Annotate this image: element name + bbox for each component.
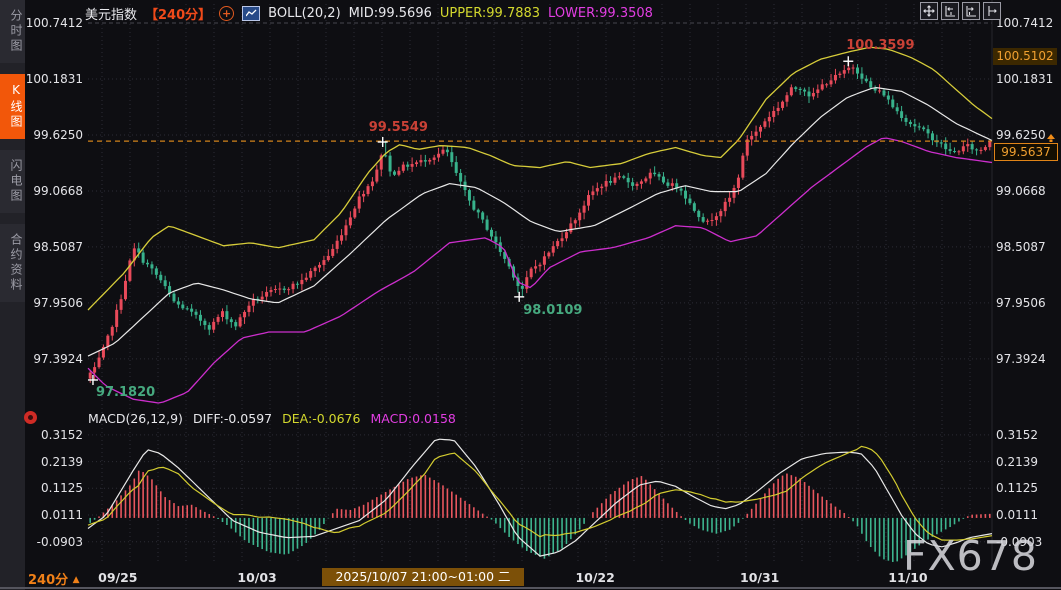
y-axis-tick-label: 97.3924 xyxy=(996,352,1058,366)
boll-mid-value: MID:99.5696 xyxy=(349,6,432,21)
sidebar-item-lightning-chart[interactable]: 闪电图 xyxy=(0,150,25,213)
pan-crosshair-icon[interactable] xyxy=(920,2,938,20)
y-axis-tick-label: 100.1831 xyxy=(25,72,83,86)
boll-label: BOLL(20,2) xyxy=(268,6,341,21)
boll-upper-value: UPPER:99.7883 xyxy=(440,6,540,21)
y-axis-tick-label: 98.5087 xyxy=(996,240,1058,254)
chart-header: 美元指数 【240分】 + BOLL(20,2) MID:99.5696 UPP… xyxy=(85,4,653,22)
y-axis-tick-label: 0.3152 xyxy=(996,428,1058,442)
y-axis-tick-label: 0.1125 xyxy=(996,481,1058,495)
chart-type-icon[interactable] xyxy=(242,6,260,21)
high-price-annotation: 100.3599 xyxy=(846,38,914,53)
y-axis-tick-label: 99.6250 xyxy=(25,128,83,142)
macd-header: MACD(26,12,9) DIFF:-0.0597 DEA:-0.0676 M… xyxy=(88,410,456,426)
indicator-settings-dot-icon[interactable] xyxy=(24,411,37,424)
period-tag[interactable]: 【240分】 xyxy=(145,4,211,23)
trading-chart-app: 分时图 K线图 闪电图 合约资料 美元指数 【240分】 + BOLL(20,2… xyxy=(0,0,1061,590)
x-axis-tick-label: 10/03 xyxy=(237,570,276,585)
go-to-latest-icon[interactable] xyxy=(983,2,1001,20)
y-axis-tick-label: 98.5087 xyxy=(25,240,83,254)
y-axis-tick-label: 0.2139 xyxy=(25,455,83,469)
crosshair-date-readout: 2025/10/07 21:00~01:00 二 xyxy=(322,568,524,586)
add-indicator-icon[interactable]: + xyxy=(219,6,234,21)
y-axis-tick-label: 97.3924 xyxy=(25,352,83,366)
macd-dea-value: DEA:-0.0676 xyxy=(282,411,360,426)
bottom-scroll-track[interactable] xyxy=(0,587,1061,589)
y-axis-tick-label: 99.0668 xyxy=(996,184,1058,198)
x-axis-tick-label: 09/25 xyxy=(98,570,137,585)
x-axis-tick-label: 10/22 xyxy=(575,570,614,585)
low-price-annotation: 98.0109 xyxy=(523,303,582,318)
boll-lower-value: LOWER:99.3508 xyxy=(548,6,653,21)
y-axis-tick-label: -0.0903 xyxy=(25,535,83,549)
y-axis-tick-label: 100.1831 xyxy=(996,72,1058,86)
instrument-title: 美元指数 xyxy=(85,4,137,23)
y-axis-tick-label: 0.0111 xyxy=(996,508,1058,522)
sidebar-item-contract-info[interactable]: 合约资料 xyxy=(0,224,25,302)
chart-toolbar xyxy=(920,2,1001,20)
x-axis-tick-label: 10/31 xyxy=(740,570,779,585)
chart-canvas[interactable] xyxy=(0,0,1061,590)
price-alert-marker-icon xyxy=(1046,128,1056,147)
macd-diff-value: DIFF:-0.0597 xyxy=(193,411,272,426)
sidebar: 分时图 K线图 闪电图 合约资料 xyxy=(0,0,25,590)
period-selector[interactable]: 240分 ▲ xyxy=(28,569,80,588)
y-axis-tick-label: 0.0111 xyxy=(25,508,83,522)
y-axis-tick-label: 0.3152 xyxy=(25,428,83,442)
y-axis-tick-label: 97.9506 xyxy=(25,296,83,310)
macd-macd-value: MACD:0.0158 xyxy=(370,411,455,426)
chevron-up-icon: ▲ xyxy=(73,575,80,585)
y-axis-tick-label: 0.2139 xyxy=(996,455,1058,469)
low-price-annotation: 97.1820 xyxy=(96,385,155,400)
x-axis-tick-label: 11/10 xyxy=(888,570,927,585)
sidebar-item-kline-chart[interactable]: K线图 xyxy=(0,74,25,139)
y-axis-tick-label: 97.9506 xyxy=(996,296,1058,310)
y-axis-tick-label: 0.1125 xyxy=(25,481,83,495)
zoom-in-time-icon[interactable] xyxy=(941,2,959,20)
high-price-annotation: 99.5549 xyxy=(369,120,428,135)
y-axis-tick-label: 100.7412 xyxy=(25,16,83,30)
y-axis-tick-label: 100.7412 xyxy=(996,16,1058,30)
macd-name: MACD(26,12,9) xyxy=(88,411,183,426)
session-high-tag: 100.5102 xyxy=(993,48,1057,65)
y-axis-tick-label: 99.0668 xyxy=(25,184,83,198)
sidebar-item-time-chart[interactable]: 分时图 xyxy=(0,0,25,63)
zoom-out-time-icon[interactable] xyxy=(962,2,980,20)
